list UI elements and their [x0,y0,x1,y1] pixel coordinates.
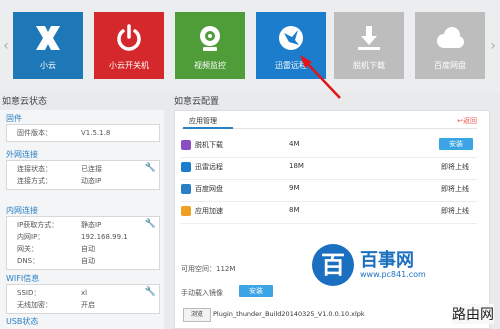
app-row: 脱机下载 4M 安装 [181,135,477,158]
tile-baidu-pan[interactable]: 百度网盘 [415,12,485,79]
wrench-icon[interactable]: 🔧 [145,287,156,297]
section-heading: WIFI信息 [6,274,40,283]
section-external: 外网连接 连接状态： 已连接 连接方式： 动态IP 🔧 [6,150,160,190]
config-title: 如意云配置 [174,97,220,107]
watermark-corner: 路由网 [452,304,494,324]
section-heading: 固件 [6,114,22,123]
offline-download-icon [181,140,191,150]
tile-label: 迅雷远程 [275,61,307,70]
section-heading: 外网连接 [6,150,38,159]
section-wifi: WIFI信息 SSID： xl 无线加密： 开启 🔧 [6,274,160,314]
manual-install-button[interactable]: 安装 [239,285,273,297]
app-row: 百度网盘 9M 即将上线 [181,179,477,202]
tile-xiaoyun[interactable]: 小云 [13,12,83,79]
app-accelerate-icon [181,206,191,216]
watermark-logo: 百 [312,244,354,286]
x-logo-icon [13,22,83,54]
cloud-icon [415,22,485,54]
tile-offline-download[interactable]: 脱机下载 [334,12,404,79]
status-text: 即将上线 [441,163,469,171]
wrench-icon[interactable]: 🔧 [145,163,156,173]
status-text: 即将上线 [441,185,469,193]
app-row: 应用加速 8M 即将上线 [181,201,477,224]
wrench-icon[interactable]: 🔧 [145,219,156,229]
app-tiles-bar: ‹ 小云 小云开关机 视频监控 迅雷远程 脱机下载 百度网盘 › [0,0,500,92]
status-panel: 固件 固件版本： V1.5.1.8 外网连接 连接状态： 已连接 连接方式： 动… [0,110,164,329]
install-button[interactable]: 安装 [439,138,473,150]
tile-power[interactable]: 小云开关机 [94,12,164,79]
section-heading: USB状态 [6,317,39,326]
download-icon [334,22,404,54]
config-panel: 应用管理 ↩返回 脱机下载 4M 安装 迅雷远程 18M 即将上线 百度网盘 9… [174,110,490,329]
watermark-pc841: 百 百事网 www.pc841.com [312,244,462,288]
tile-label: 脱机下载 [353,61,385,70]
webcam-icon [175,22,245,54]
watermark-text: 百事网 [360,250,414,271]
thunder-bird-icon [256,22,326,54]
selected-filename: Plugin_thunder_Build20140325_V1.0.0.10.x… [213,310,365,318]
app-row: 迅雷远程 18M 即将上线 [181,157,477,180]
tile-label: 百度网盘 [434,61,466,70]
power-icon [94,22,164,54]
status-text: 即将上线 [441,207,469,215]
baidu-pan-icon [181,184,191,194]
back-link[interactable]: ↩返回 [457,116,477,126]
section-firmware: 固件 固件版本： V1.5.1.8 [6,114,160,142]
thunder-remote-icon [181,162,191,172]
tab-active-underline [183,127,233,129]
tile-video-monitor[interactable]: 视频监控 [175,12,245,79]
manual-load-label: 手动载入镜像 [181,289,223,297]
tile-thunder-remote[interactable]: 迅雷远程 [256,12,326,79]
browse-button[interactable]: 浏览 [183,308,211,322]
scroll-right-arrow-icon[interactable]: › [489,36,497,56]
tile-label: 视频监控 [194,61,226,70]
scroll-left-arrow-icon[interactable]: ‹ [2,36,10,56]
status-title: 如意云状态 [2,97,48,107]
available-space: 可用空间：112M [181,265,236,273]
section-internal: 内网连接 IP获取方式： 静态IP 内网IP： 192.168.99.1 网关：… [6,206,160,270]
section-usb: USB状态 [6,317,160,327]
tab-app-management[interactable]: 应用管理 [189,116,217,126]
tile-label: 小云开关机 [109,61,149,70]
tile-label: 小云 [40,61,56,70]
watermark-url: www.pc841.com [360,270,426,279]
section-heading: 内网连接 [6,206,38,215]
